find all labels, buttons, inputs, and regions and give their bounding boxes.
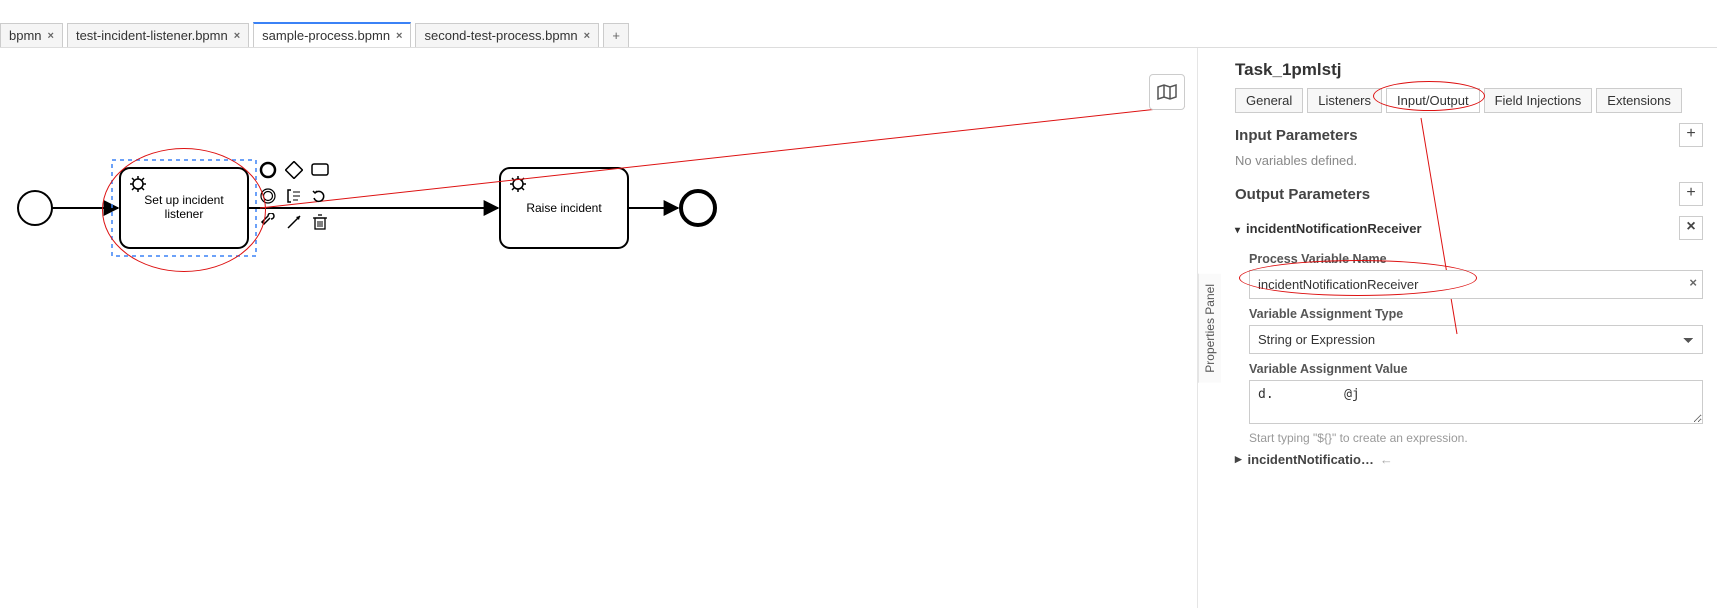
diagram-canvas[interactable]: Set up incident listener Raise incident [0, 48, 1197, 608]
proc-var-name-input[interactable] [1249, 270, 1703, 299]
tab-label: bpmn [9, 28, 42, 43]
output-parameters-heading: Output Parameters [1235, 186, 1370, 203]
assign-type-label: Variable Assignment Type [1249, 307, 1703, 321]
tab-label: test-incident-listener.bpmn [76, 28, 228, 43]
properties-panel-toggle[interactable]: Properties Panel [1198, 274, 1221, 383]
clear-input-icon[interactable]: × [1689, 275, 1697, 290]
map-icon [1156, 83, 1178, 101]
context-pad [258, 160, 330, 232]
wrench-icon[interactable] [258, 212, 278, 232]
tab-input-output[interactable]: Input/Output [1386, 88, 1480, 113]
input-parameters-heading: Input Parameters [1235, 127, 1358, 144]
remove-param-button[interactable]: × [1679, 216, 1703, 240]
tab-label: Input/Output [1397, 93, 1469, 108]
expression-hint: Start typing "${}" to create an expressi… [1249, 431, 1703, 445]
close-icon[interactable]: × [584, 30, 590, 42]
close-icon[interactable]: × [48, 30, 54, 42]
output-param-expanded[interactable]: ▾ incidentNotificationReceiver × [1235, 212, 1703, 244]
start-event[interactable] [18, 191, 52, 225]
tab-sample-process[interactable]: sample-process.bpmn × [253, 22, 411, 47]
tab-test-incident-listener[interactable]: test-incident-listener.bpmn × [67, 23, 249, 47]
append-intermediate-event-icon[interactable] [258, 186, 278, 206]
tab-field-injections[interactable]: Field Injections [1484, 88, 1593, 113]
end-event[interactable] [681, 191, 715, 225]
tab-bpmn[interactable]: bpmn × [0, 23, 63, 47]
close-icon[interactable]: × [234, 30, 240, 42]
task-label: listener [165, 207, 204, 221]
task-label: Set up incident [144, 193, 224, 207]
chevron-right-icon: ▸ [1235, 451, 1242, 467]
trash-icon[interactable] [310, 212, 330, 232]
property-tabs: General Listeners Input/Output Field Inj… [1235, 88, 1703, 113]
tab-listeners[interactable]: Listeners [1307, 88, 1382, 113]
task-label: Raise incident [526, 201, 602, 215]
minimap-toggle-button[interactable] [1149, 74, 1185, 110]
append-end-event-icon[interactable] [258, 160, 278, 180]
editor-tabs: bpmn × test-incident-listener.bpmn × sam… [0, 20, 1717, 48]
tab-second-test-process[interactable]: second-test-process.bpmn × [415, 23, 599, 47]
annotation-line [260, 106, 1185, 208]
param-name: incidentNotificationReceiver [1246, 221, 1422, 236]
append-task-icon[interactable] [310, 160, 330, 180]
properties-panel: Task_1pmlstj General Listeners Input/Out… [1221, 48, 1717, 608]
tab-extensions[interactable]: Extensions [1596, 88, 1682, 113]
tab-general[interactable]: General [1235, 88, 1303, 113]
input-params-empty: No variables defined. [1235, 153, 1703, 168]
add-input-param-button[interactable]: + [1679, 123, 1703, 147]
assign-type-select[interactable]: String or Expression [1249, 325, 1703, 354]
plus-icon: + [612, 28, 620, 43]
element-id-heading: Task_1pmlstj [1235, 60, 1703, 80]
connect-icon[interactable] [284, 212, 304, 232]
annotation-icon[interactable] [284, 186, 304, 206]
assign-value-label: Variable Assignment Value [1249, 362, 1703, 376]
add-output-param-button[interactable]: + [1679, 182, 1703, 206]
add-tab-button[interactable]: + [603, 23, 629, 47]
arrow-left-icon: ← [1380, 452, 1393, 467]
bpmn-diagram: Set up incident listener Raise incident [0, 48, 1197, 608]
chevron-down-icon: ▾ [1235, 225, 1240, 236]
assign-value-input[interactable] [1249, 380, 1703, 424]
output-param-collapsed[interactable]: ▸ incidentNotificatio… ← [1235, 445, 1703, 473]
tab-label: sample-process.bpmn [262, 28, 390, 43]
tab-label: second-test-process.bpmn [424, 28, 577, 43]
param-name: incidentNotificatio… [1248, 452, 1374, 467]
append-gateway-icon[interactable] [284, 160, 304, 180]
change-type-icon[interactable] [310, 186, 330, 206]
proc-var-name-label: Process Variable Name [1249, 252, 1703, 266]
close-icon[interactable]: × [396, 30, 402, 42]
